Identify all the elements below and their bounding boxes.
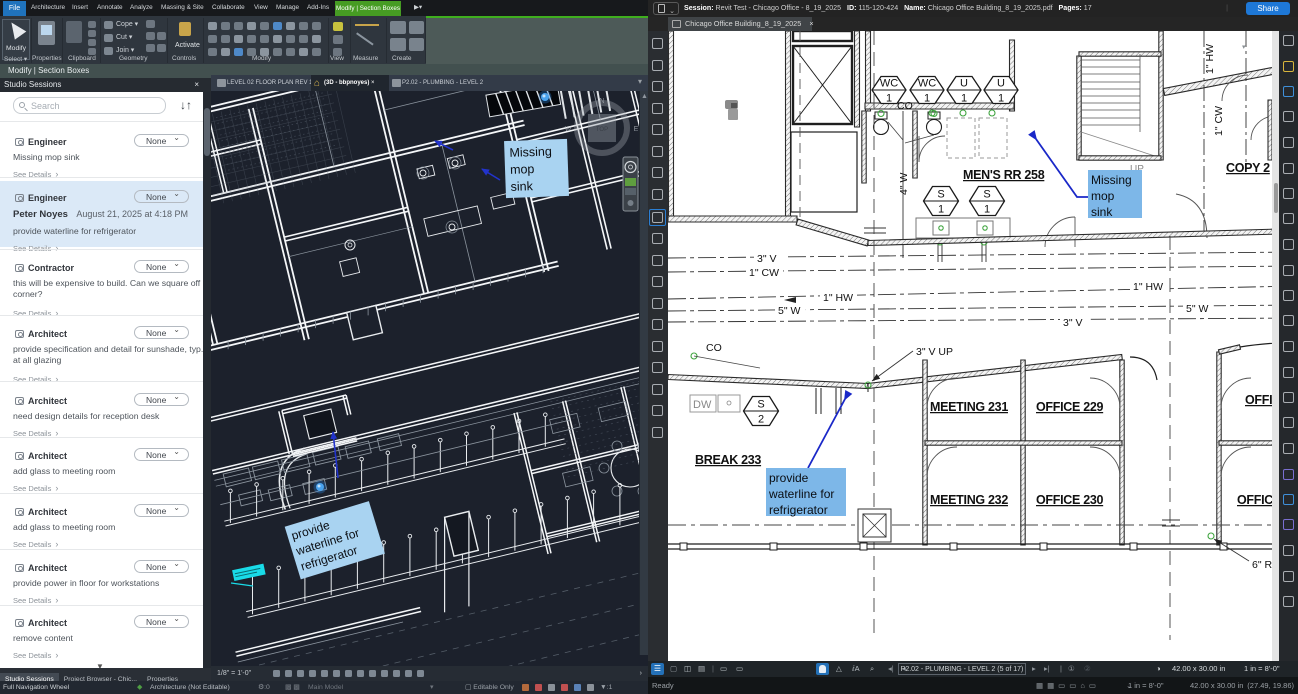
svg-text:1" CW: 1" CW bbox=[749, 267, 779, 279]
svg-text:OFFICE: OFFICE bbox=[1245, 393, 1272, 407]
svg-text:1: 1 bbox=[938, 204, 944, 216]
svg-text:1: 1 bbox=[924, 93, 930, 105]
svg-text:TOP: TOP bbox=[596, 127, 608, 133]
svg-text:U: U bbox=[960, 78, 968, 90]
svg-text:WC: WC bbox=[918, 78, 936, 90]
svg-text:mop: mop bbox=[1091, 189, 1115, 203]
svg-text:3" V: 3" V bbox=[757, 253, 777, 265]
svg-text:DW: DW bbox=[693, 399, 712, 411]
svg-text:1: 1 bbox=[984, 204, 990, 216]
svg-text:provide: provide bbox=[769, 471, 809, 485]
svg-text:5" W: 5" W bbox=[1186, 303, 1208, 315]
svg-text:W: W bbox=[565, 126, 572, 133]
svg-text:5" W: 5" W bbox=[778, 305, 800, 317]
svg-text:CO: CO bbox=[897, 100, 913, 112]
svg-text:refrigerator: refrigerator bbox=[769, 503, 828, 517]
svg-text:waterline for: waterline for bbox=[768, 487, 834, 501]
svg-text:1" HW: 1" HW bbox=[1133, 281, 1163, 293]
svg-text:N: N bbox=[599, 98, 604, 105]
svg-text:CO: CO bbox=[706, 342, 722, 354]
svg-text:1: 1 bbox=[998, 93, 1004, 105]
svg-text:sink: sink bbox=[510, 179, 533, 194]
svg-text:OFFICE 229: OFFICE 229 bbox=[1036, 400, 1104, 414]
svg-text:COPY 2: COPY 2 bbox=[1226, 161, 1270, 175]
svg-text:MEETING 232: MEETING 232 bbox=[930, 493, 1008, 507]
svg-text:1" CW: 1" CW bbox=[1213, 106, 1225, 136]
svg-text:1: 1 bbox=[961, 93, 967, 105]
svg-text:sink: sink bbox=[1091, 205, 1113, 219]
svg-text:S: S bbox=[757, 399, 764, 411]
svg-text:OFFICE 230: OFFICE 230 bbox=[1036, 493, 1104, 507]
svg-text:1: 1 bbox=[886, 93, 892, 105]
svg-text:S: S bbox=[983, 189, 990, 201]
svg-text:1" HW: 1" HW bbox=[1204, 44, 1216, 74]
svg-text:2: 2 bbox=[758, 414, 764, 426]
svg-text:Missing: Missing bbox=[509, 144, 552, 159]
svg-text:3" V UP: 3" V UP bbox=[916, 346, 953, 358]
svg-text:4" W: 4" W bbox=[898, 173, 910, 195]
svg-text:OFFICE: OFFICE bbox=[1237, 493, 1272, 507]
svg-text:3" V: 3" V bbox=[1063, 317, 1083, 329]
svg-text:S: S bbox=[937, 189, 944, 201]
svg-text:BREAK 233: BREAK 233 bbox=[695, 453, 761, 467]
svg-text:6" RD: 6" RD bbox=[1252, 559, 1272, 571]
svg-text:MEETING 231: MEETING 231 bbox=[930, 400, 1008, 414]
svg-text:MEN'S RR 258: MEN'S RR 258 bbox=[963, 168, 1045, 182]
svg-text:E: E bbox=[634, 126, 639, 133]
svg-text:WC: WC bbox=[880, 78, 898, 90]
svg-text:Missing: Missing bbox=[1091, 173, 1132, 187]
svg-text:U: U bbox=[997, 78, 1005, 90]
svg-text:mop: mop bbox=[510, 162, 535, 177]
svg-text:1" HW: 1" HW bbox=[823, 292, 853, 304]
